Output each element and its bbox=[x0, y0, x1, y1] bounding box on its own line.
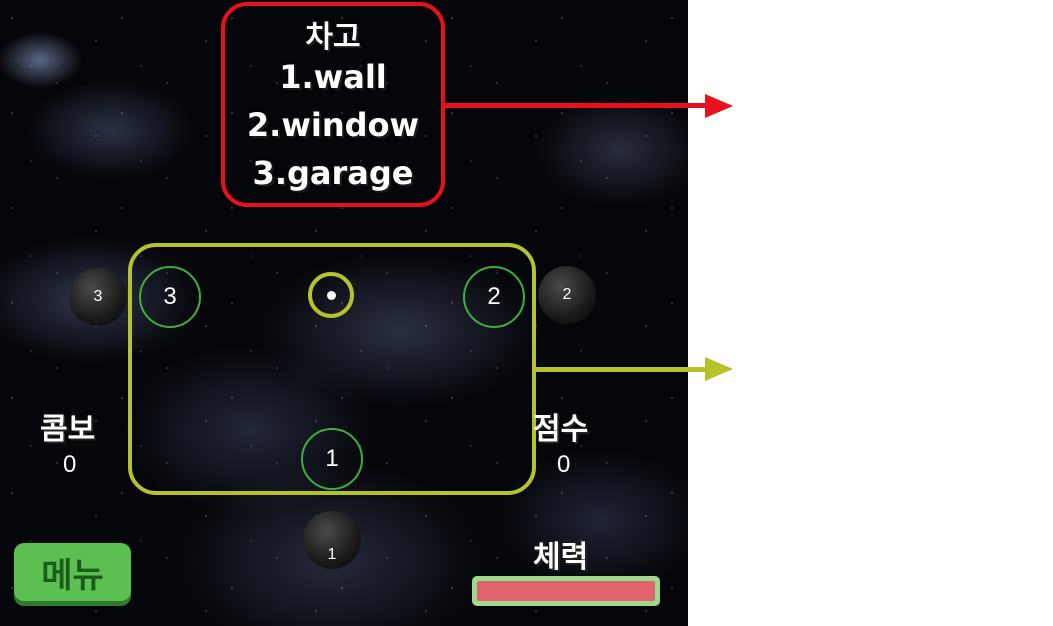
hp-bar bbox=[472, 576, 660, 606]
combo-value: 0 bbox=[63, 451, 77, 478]
rock-bottom: 1 bbox=[303, 511, 361, 569]
hp-bar-fill bbox=[477, 581, 655, 601]
hint-item: 1.wall bbox=[279, 58, 387, 96]
hint-title: 차고 bbox=[305, 20, 361, 55]
menu-button[interactable]: 메뉴 bbox=[14, 543, 131, 601]
combo-label: 콤보 bbox=[40, 412, 96, 447]
hint-item: 3.garage bbox=[252, 154, 414, 192]
score-value: 0 bbox=[557, 451, 571, 478]
hint-item: 2.window bbox=[246, 106, 420, 144]
target-ring-right[interactable]: 2 bbox=[463, 266, 525, 328]
hint-arrow-head-icon bbox=[705, 94, 733, 118]
hp-label: 체력 bbox=[533, 540, 589, 575]
rock-left: 3 bbox=[69, 268, 127, 326]
score-label: 점수 bbox=[533, 412, 589, 447]
hint-arrow-line bbox=[445, 103, 707, 108]
play-arrow-line bbox=[536, 367, 707, 372]
target-ring-left[interactable]: 3 bbox=[139, 266, 201, 328]
play-arrow-head-icon bbox=[705, 357, 733, 381]
player-dot bbox=[327, 291, 336, 300]
rock-right: 2 bbox=[538, 266, 596, 324]
target-ring-bottom[interactable]: 1 bbox=[301, 428, 363, 490]
hint-box: 차고 1.wall 2.window 3.garage bbox=[221, 2, 445, 207]
player-cursor[interactable] bbox=[308, 272, 354, 318]
game-screen: 차고 1.wall 2.window 3.garage 3 3 2 2 1 1 … bbox=[0, 0, 688, 626]
